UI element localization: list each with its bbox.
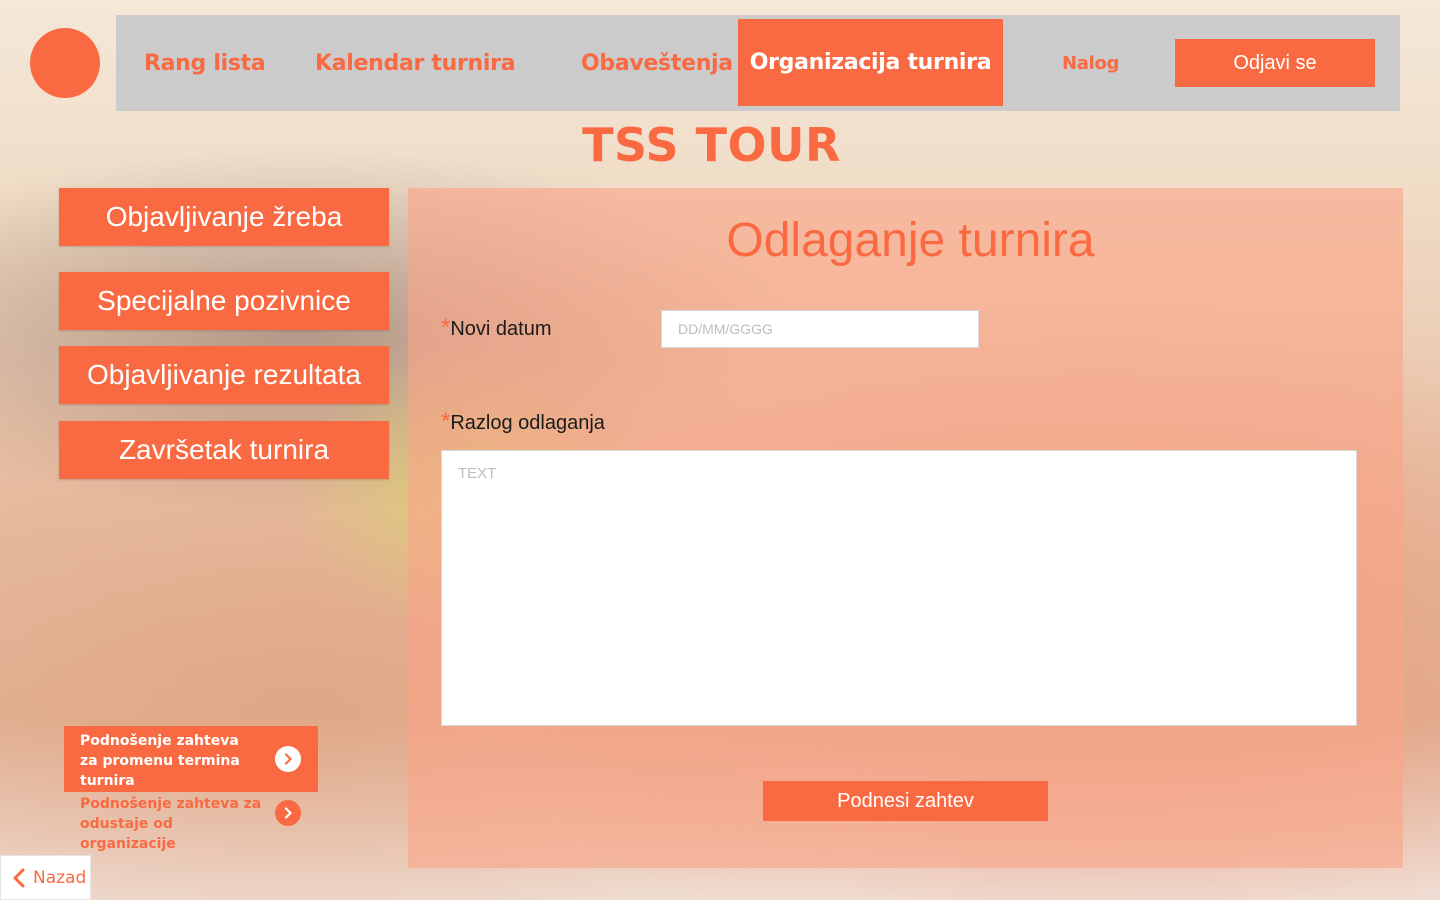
request-change-term-link[interactable]: Podnošenje zahteva za promenu termina tu… [64, 726, 318, 792]
date-label: *Novi datum [441, 314, 552, 342]
date-input[interactable] [661, 310, 979, 348]
nav-organizacija-turnira[interactable]: Organizacija turnira [738, 19, 1003, 106]
postpone-form-panel: Odlaganje turnira *Novi datum *Razlog od… [408, 188, 1403, 868]
form-title: Odlaganje turnira [726, 214, 1095, 267]
reason-label: *Razlog odlaganja [441, 408, 605, 436]
sidebar-zavrsetak-turnira[interactable]: Završetak turnira [59, 421, 389, 479]
nav-nalog[interactable]: Nalog [1062, 15, 1119, 111]
required-mark: * [441, 314, 451, 341]
nav-obavestenja[interactable]: Obaveštenja [581, 15, 733, 111]
submit-button[interactable]: Podnesi zahtev [763, 781, 1048, 821]
request-withdraw-label: Podnošenje zahteva za odustaje od organi… [80, 796, 262, 852]
back-label: Nazad [33, 867, 87, 888]
page-title: TSS TOUR [582, 118, 841, 172]
chevron-right-icon [275, 800, 301, 826]
logout-button[interactable]: Odjavi se [1175, 39, 1375, 87]
chevron-left-icon [13, 868, 25, 887]
required-mark: * [441, 408, 451, 435]
back-button[interactable]: Nazad [0, 855, 91, 900]
request-withdraw-link[interactable]: Podnošenje zahteva za odustaje od organi… [64, 794, 318, 852]
chevron-right-icon [275, 746, 301, 772]
logo[interactable] [30, 28, 100, 98]
request-change-term-label: Podnošenje zahteva za promenu termina tu… [80, 733, 240, 789]
date-label-text: Novi datum [450, 318, 552, 340]
top-navbar: Rang lista Kalendar turnira Obaveštenja … [116, 15, 1400, 111]
nav-rang-lista[interactable]: Rang lista [144, 15, 266, 111]
sidebar-objavljivanje-zreba[interactable]: Objavljivanje žreba [59, 188, 389, 246]
sidebar-objavljivanje-rezultata[interactable]: Objavljivanje rezultata [59, 346, 389, 404]
reason-label-text: Razlog odlaganja [450, 412, 605, 434]
sidebar-specijalne-pozivnice[interactable]: Specijalne pozivnice [59, 272, 389, 330]
nav-kalendar-turnira[interactable]: Kalendar turnira [315, 15, 516, 111]
reason-textarea[interactable] [441, 450, 1357, 726]
